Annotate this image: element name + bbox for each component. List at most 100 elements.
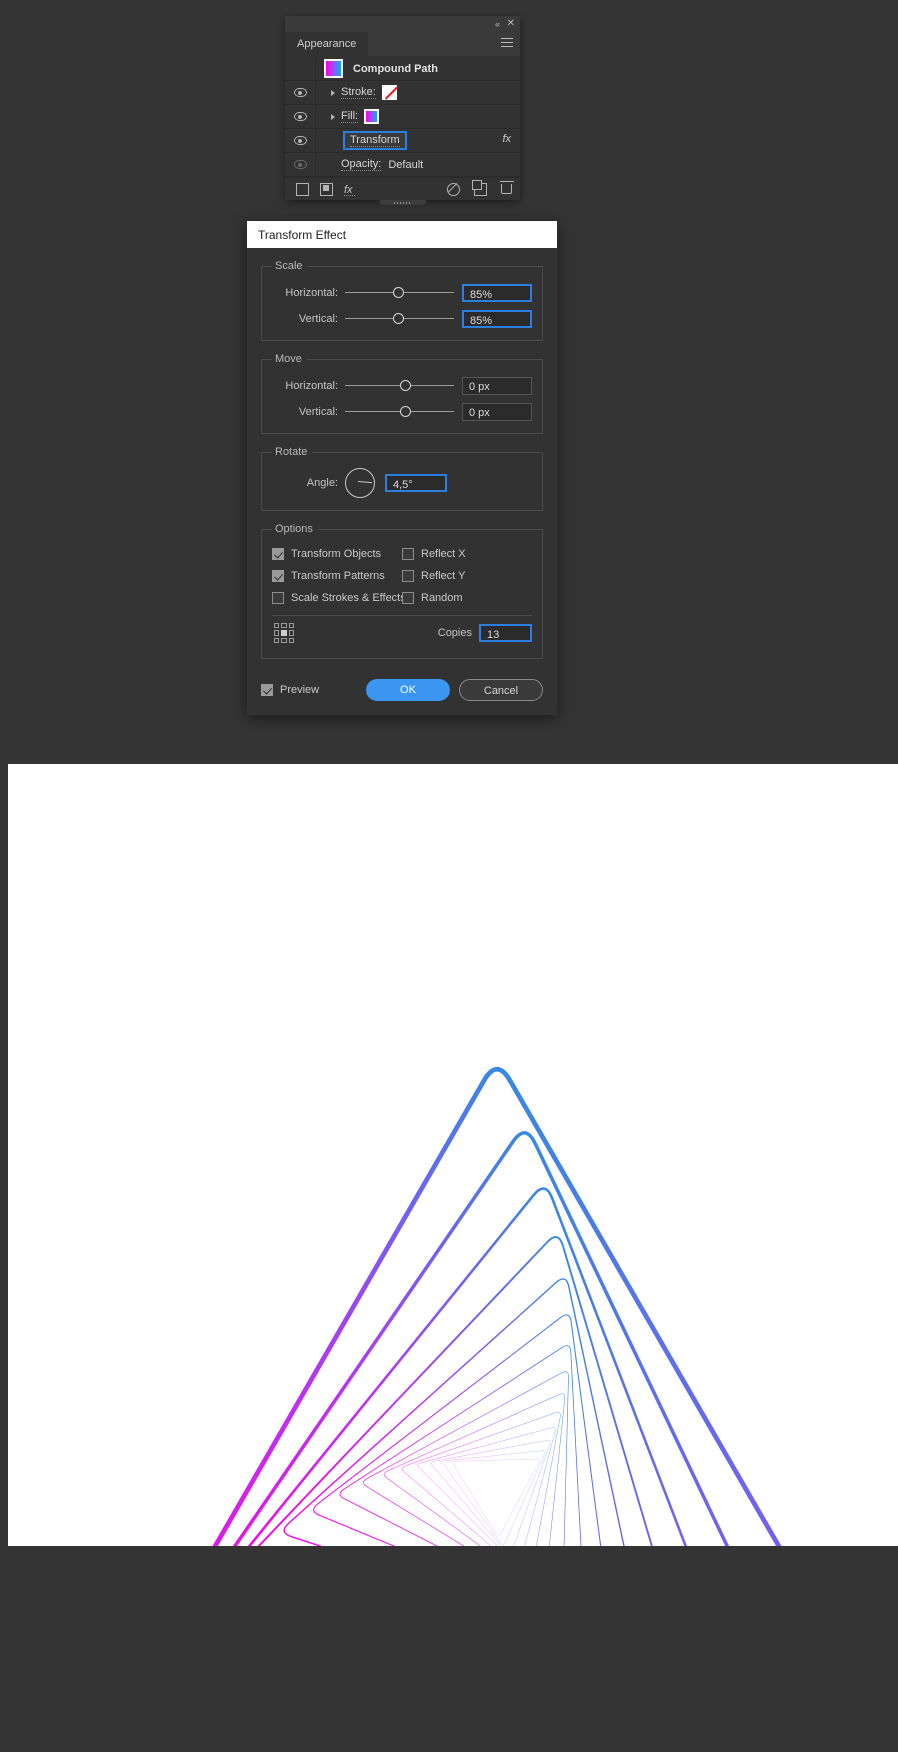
preview-label: Preview [280,684,320,696]
appearance-row-stroke[interactable]: Stroke: [285,81,520,105]
triangle-copy-3 [250,1236,686,1546]
checkbox-icon[interactable] [272,548,284,560]
move-horizontal-slider[interactable] [345,379,454,393]
checkbox-icon[interactable] [402,570,414,582]
artboard-canvas[interactable] [8,764,898,1546]
collapse-panel-icon[interactable]: « [495,18,500,30]
option-label: Reflect X [421,548,466,560]
checkbox-icon[interactable] [402,548,414,560]
cancel-button[interactable]: Cancel [459,679,543,701]
checkbox-icon[interactable] [272,592,284,604]
copies-row: Copies 13 [272,618,532,648]
duplicate-item-icon[interactable] [471,180,487,196]
option-transform-patterns[interactable]: Transform Patterns [272,565,402,587]
move-vertical-slider[interactable] [345,405,454,419]
dialog-content: Scale Horizontal: 85% Vertical: 85% Move… [247,248,557,659]
angle-dial-icon[interactable] [345,468,375,498]
move-horizontal-label: Horizontal: [285,380,338,392]
checkbox-icon[interactable] [402,592,414,604]
scale-vertical-slider[interactable] [345,312,454,326]
add-new-stroke-icon[interactable] [296,182,309,196]
move-legend: Move [275,353,302,365]
appearance-row-opacity[interactable]: Opacity: Default [285,153,520,177]
triangle-copy-4 [283,1278,645,1546]
chevron-right-icon [330,113,335,120]
copies-label: Copies [437,627,472,639]
expand-stroke-icon[interactable] [324,89,341,96]
anchor-cell-center[interactable] [281,630,287,636]
rotate-legend: Rotate [275,446,308,458]
anchor-point-proxy-icon[interactable] [274,623,294,643]
move-horizontal-row: Horizontal: 0 px [272,375,532,397]
dialog-titlebar[interactable]: Transform Effect [247,221,557,248]
fill-gradient-swatch-icon[interactable] [364,109,380,124]
toggle-stroke-visibility[interactable] [285,81,316,104]
option-label: Transform Patterns [291,570,385,582]
dialog-action-buttons: OK Cancel [366,679,543,701]
option-random[interactable]: Random [402,587,532,609]
clear-appearance-icon[interactable] [447,182,460,196]
appearance-panel-footer: fx [285,177,520,200]
appearance-list: Compound Path Stroke: Fill: Transform fx… [285,56,520,177]
move-vertical-input[interactable]: 0 px [462,403,532,421]
stroke-none-swatch-icon[interactable] [381,85,397,100]
anchor-cell[interactable] [281,637,287,643]
options-legend: Options [275,523,313,535]
option-reflect-x[interactable]: Reflect X [402,543,532,565]
appearance-row-transform-effect[interactable]: Transform fx [285,129,520,153]
move-horizontal-input[interactable]: 0 px [462,377,532,395]
delete-item-icon[interactable] [499,181,514,194]
appearance-row-fill[interactable]: Fill: [285,105,520,129]
scale-vertical-label: Vertical: [298,313,338,325]
option-reflect-y[interactable]: Reflect Y [402,565,532,587]
opacity-label: Opacity: [341,158,382,171]
rotate-angle-label: Angle: [306,477,338,489]
add-new-effect-icon[interactable]: fx [344,184,355,196]
appearance-row-object[interactable]: Compound Path [285,57,520,81]
toggle-transform-visibility[interactable] [285,129,316,152]
rotate-angle-row: Angle: 4,5° [272,466,532,500]
scale-horizontal-row: Horizontal: 85% [272,282,532,304]
object-thumbnail-icon [324,59,343,78]
fx-badge-icon[interactable]: fx [502,133,511,145]
close-panel-icon[interactable]: ✕ [507,18,515,30]
move-vertical-row: Vertical: 0 px [272,401,532,423]
panel-menu-icon[interactable] [501,38,513,49]
add-new-fill-icon[interactable] [320,182,333,196]
scale-vertical-input[interactable]: 85% [462,310,532,328]
options-group: Options Transform Objects Reflect X Tran… [261,523,543,659]
rotate-angle-input[interactable]: 4,5° [385,474,447,492]
options-divider [272,615,532,616]
toggle-fill-visibility[interactable] [285,105,316,128]
expand-fill-icon[interactable] [324,113,341,120]
slider-knob[interactable] [392,287,404,298]
checkbox-icon[interactable] [272,570,284,582]
slider-knob[interactable] [399,406,411,417]
toggle-opacity-visibility[interactable] [285,153,316,176]
anchor-cell[interactable] [281,623,287,629]
option-transform-objects[interactable]: Transform Objects [272,543,402,565]
scale-horizontal-slider[interactable] [345,286,454,300]
copies-input[interactable]: 13 [479,624,532,642]
panel-titlebar: « ✕ [285,16,520,32]
chevron-right-icon [330,89,335,96]
option-label: Scale Strokes & Effects [291,592,406,604]
triangle-copy-0 [212,1066,782,1546]
option-scale-strokes-effects[interactable]: Scale Strokes & Effects [272,587,406,609]
anchor-cell[interactable] [274,637,280,643]
anchor-cell[interactable] [274,630,280,636]
dialog-footer: Preview OK Cancel [247,671,557,715]
slider-knob[interactable] [392,313,404,324]
slider-knob[interactable] [399,380,411,391]
transform-effect-dialog: Transform Effect Scale Horizontal: 85% V… [247,221,557,715]
panel-resize-grip[interactable] [379,200,426,205]
scale-horizontal-input[interactable]: 85% [462,284,532,302]
ok-button[interactable]: OK [366,679,450,701]
tab-appearance[interactable]: Appearance [285,32,369,56]
anchor-cell[interactable] [274,623,280,629]
preview-checkbox[interactable]: Preview [261,684,319,696]
eye-icon [293,136,307,145]
opacity-value: Default [388,158,424,171]
checkbox-icon[interactable] [261,684,273,696]
transform-effect-name-field[interactable]: Transform [343,131,407,150]
